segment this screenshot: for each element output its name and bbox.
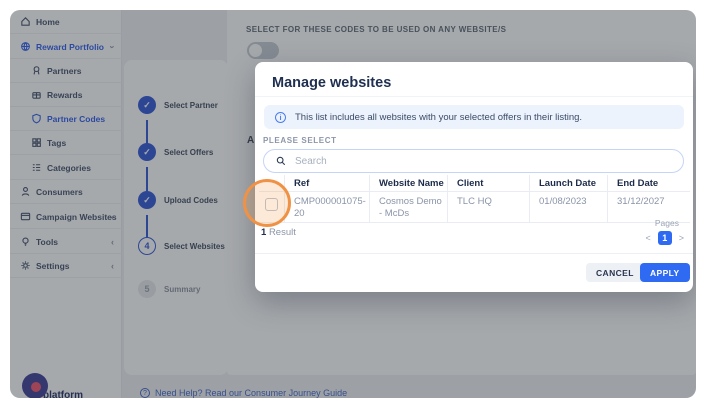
cancel-button[interactable]: CANCEL [586, 263, 644, 282]
cell-launch-date: 01/08/2023 [530, 192, 608, 222]
checkbox-column-header [259, 175, 285, 191]
results-label: Result [268, 227, 296, 238]
cell-client: TLC HQ [448, 192, 530, 222]
info-banner: i This list includes all websites with y… [264, 105, 684, 129]
pagination: < 1 > [645, 231, 684, 245]
modal-title: Manage websites [272, 75, 392, 91]
row-checkbox[interactable] [265, 198, 278, 211]
app-window: Home Reward Portfolio › Partners Rewards… [10, 10, 696, 398]
next-page-icon[interactable]: > [679, 233, 684, 243]
manage-websites-modal: Manage websites i This list includes all… [255, 62, 693, 292]
please-select-label: PLEASE SELECT [263, 136, 337, 145]
prev-page-icon[interactable]: < [645, 233, 650, 243]
table-header-row: Ref Website Name Client Launch Date End … [259, 175, 690, 192]
row-checkbox-cell [259, 192, 285, 222]
divider [255, 253, 693, 254]
table-row: CMP000001075-20 Cosmos Demo - McDs TLC H… [259, 192, 690, 223]
cell-website-name: Cosmos Demo - McDs [370, 192, 448, 222]
column-header-launch-date: Launch Date [530, 175, 608, 191]
cell-ref: CMP000001075-20 [285, 192, 370, 222]
divider [255, 96, 693, 97]
column-header-website-name: Website Name [370, 175, 448, 191]
website-search [263, 149, 684, 173]
column-header-client: Client [448, 175, 530, 191]
results-number: 1 [261, 227, 267, 238]
search-input[interactable] [295, 155, 655, 167]
results-count: 1 Result [261, 227, 296, 238]
info-banner-text: This list includes all websites with you… [295, 111, 583, 123]
search-icon [276, 156, 286, 166]
page-1-button[interactable]: 1 [657, 231, 672, 245]
pages-label: Pages [654, 218, 679, 228]
apply-button[interactable]: APPLY [640, 263, 690, 282]
column-header-end-date: End Date [617, 178, 659, 189]
websites-table: Ref Website Name Client Launch Date End … [259, 175, 690, 223]
column-header-ref: Ref [285, 175, 370, 191]
info-icon: i [275, 111, 286, 123]
